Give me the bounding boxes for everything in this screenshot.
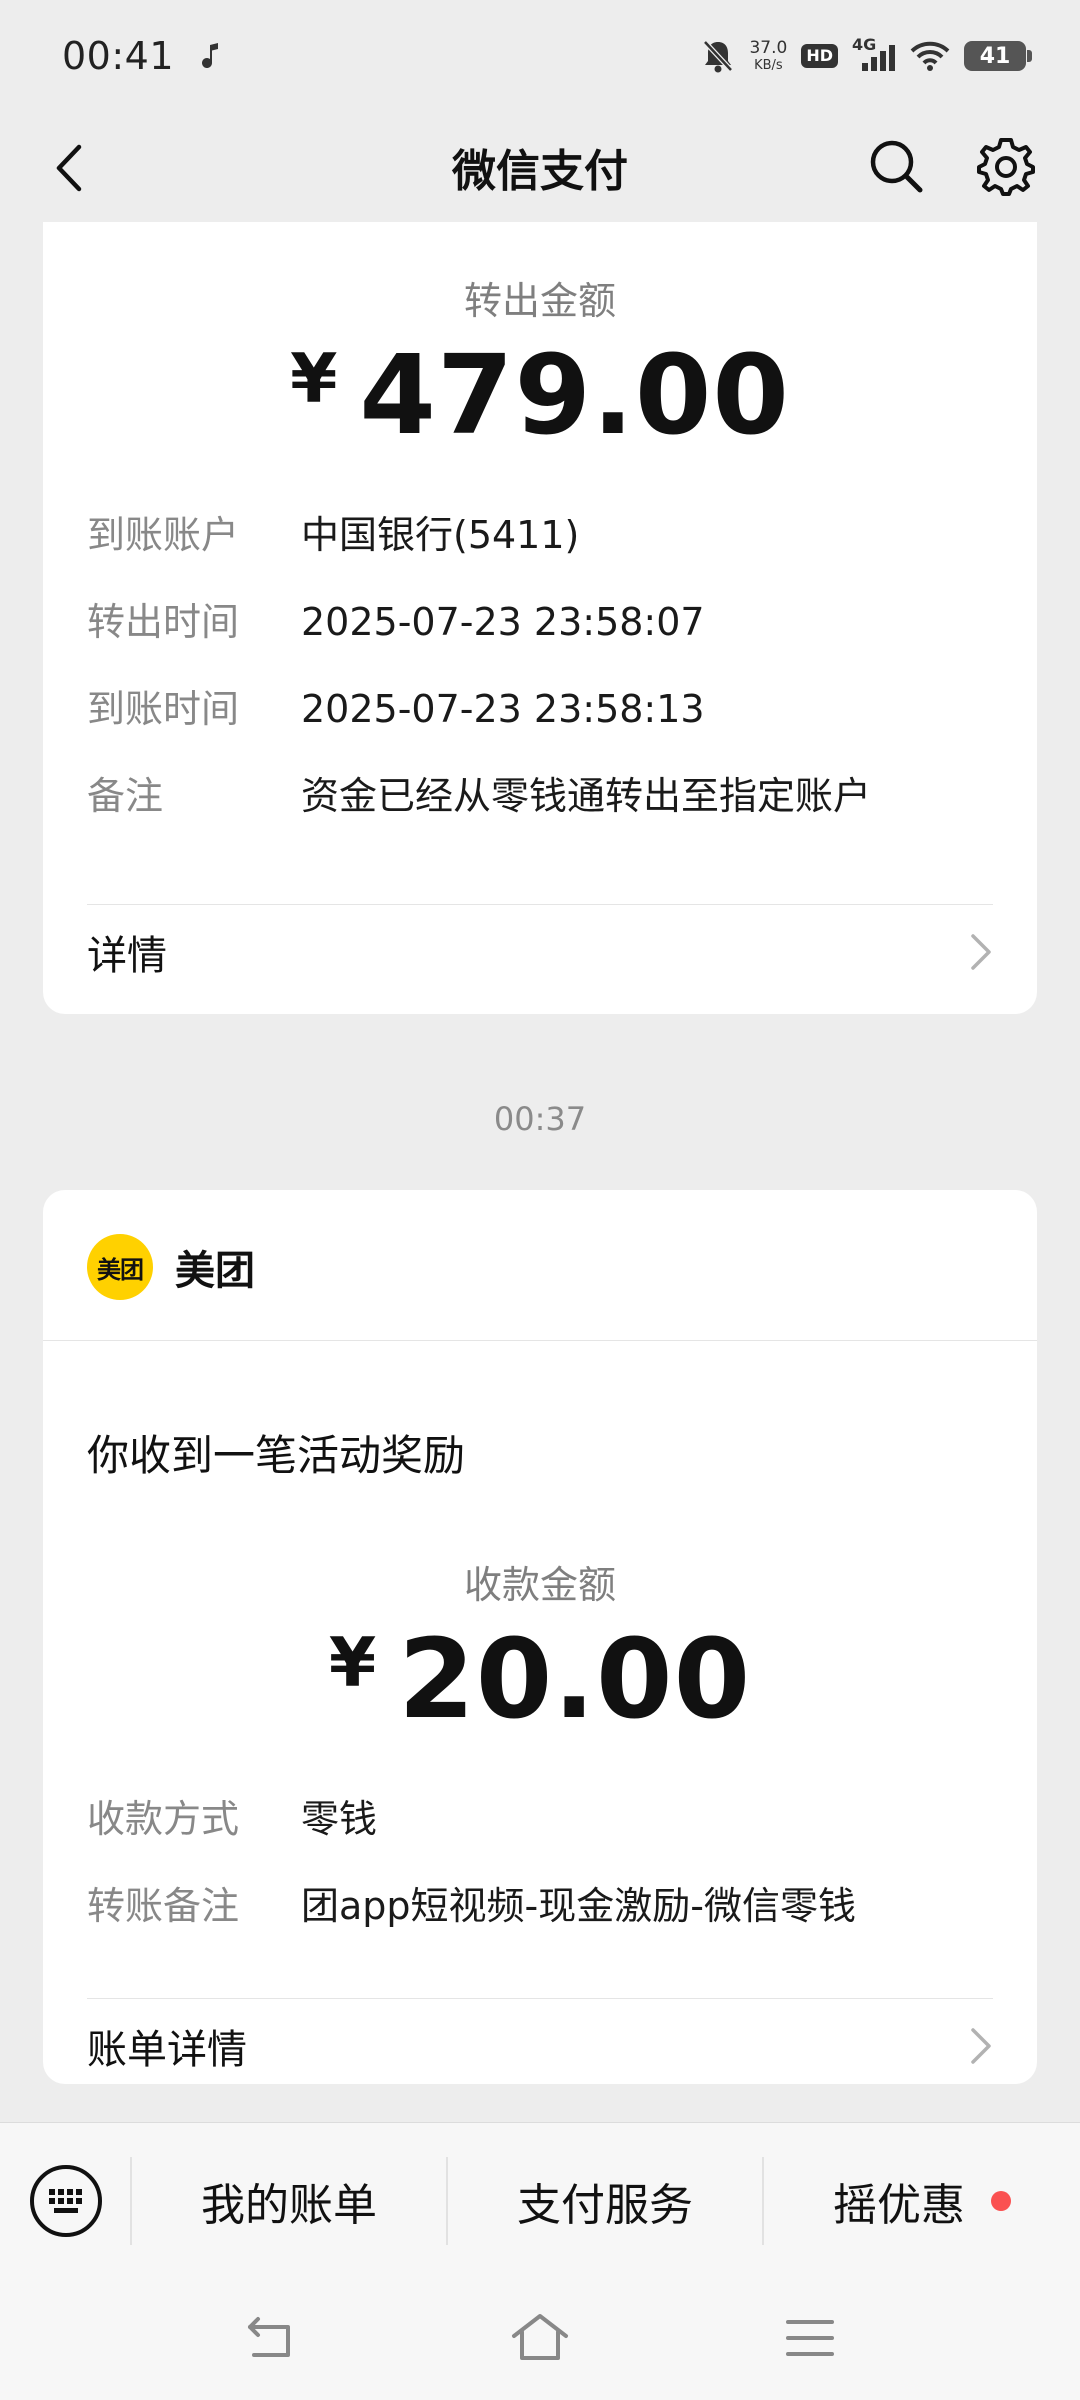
details-link-label: 详情 <box>87 933 167 979</box>
details-link[interactable]: 详情 <box>87 924 993 980</box>
merchant-name: 美团 <box>175 1248 255 1294</box>
music-note-icon <box>202 43 219 68</box>
amount-display: ¥479.00 <box>43 340 1037 450</box>
divider <box>87 1998 993 1999</box>
detail-key: 转出时间 <box>87 600 240 644</box>
detail-value: 中国银行(5411) <box>301 513 580 557</box>
battery-indicator: 41 <box>964 41 1032 71</box>
detail-row: 转账备注 团app短视频-现金激励-微信零钱 <box>87 1881 1007 1931</box>
network-speed-value: 37.0 <box>749 38 788 58</box>
bottom-menu-bar: 我的账单 支付服务 摇优惠 <box>0 2122 1080 2278</box>
meituan-logo: 美团 <box>87 1234 153 1300</box>
nav-bar: 微信支付 <box>0 112 1080 222</box>
detail-row: 到账账户 中国银行(5411) <box>87 510 1007 560</box>
detail-key: 到账时间 <box>87 687 240 731</box>
detail-row: 到账时间 2025-07-23 23:58:13 <box>87 684 1007 734</box>
system-menu-button[interactable] <box>778 2306 842 2370</box>
detail-value: 2025-07-23 23:58:13 <box>301 687 705 731</box>
timestamp-separator: 00:37 <box>493 1100 587 1138</box>
merchant-header[interactable]: 美团 美团 <box>87 1234 255 1300</box>
bell-muted-icon <box>703 40 734 73</box>
wifi-icon <box>910 41 950 71</box>
chevron-right-icon <box>971 2028 991 2064</box>
status-time: 00:41 <box>62 34 175 78</box>
amount-label: 收款金额 <box>463 1563 616 1607</box>
divider <box>87 904 993 905</box>
menu-payment-services-label: 支付服务 <box>517 2180 693 2231</box>
detail-row: 收款方式 零钱 <box>87 1794 1007 1844</box>
menu-lines-icon <box>786 2320 834 2356</box>
hd-badge: HD <box>801 44 838 68</box>
menu-my-bills-label: 我的账单 <box>201 2180 377 2231</box>
detail-row: 转出时间 2025-07-23 23:58:07 <box>87 597 1007 647</box>
detail-value: 零钱 <box>301 1797 378 1841</box>
system-navigation-bar <box>0 2278 1080 2400</box>
transfer-out-card[interactable]: 转出金额 ¥479.00 到账账户 中国银行(5411) 转出时间 2025-0… <box>43 222 1037 1014</box>
menu-shake-offers[interactable]: 摇优惠 <box>764 2123 1080 2279</box>
keyboard-toggle-button[interactable] <box>26 2161 106 2241</box>
chevron-right-icon <box>971 934 991 970</box>
currency-symbol: ¥ <box>328 1624 377 1703</box>
back-arrow-icon <box>56 144 82 192</box>
bill-details-link[interactable]: 账单详情 <box>87 2018 993 2074</box>
signal-bars-icon <box>862 45 895 71</box>
notice-title: 你收到一笔活动奖励 <box>87 1431 466 1480</box>
search-icon <box>870 140 923 193</box>
amount-value: 479.00 <box>359 331 790 459</box>
currency-symbol: ¥ <box>290 340 338 419</box>
message-list[interactable]: 转出金额 ¥479.00 到账账户 中国银行(5411) 转出时间 2025-0… <box>0 222 1080 2122</box>
gear-icon <box>977 138 1035 196</box>
system-home-button[interactable] <box>508 2306 572 2370</box>
notification-dot <box>991 2191 1011 2211</box>
keyboard-icon <box>30 2165 102 2237</box>
detail-key: 转账备注 <box>87 1884 240 1928</box>
menu-payment-services[interactable]: 支付服务 <box>448 2123 762 2279</box>
page-title: 微信支付 <box>452 146 628 197</box>
settings-button[interactable] <box>972 132 1040 200</box>
detail-key: 备注 <box>87 774 164 818</box>
home-icon <box>512 2314 568 2360</box>
system-back-button[interactable] <box>238 2306 302 2370</box>
detail-row: 备注 资金已经从零钱通转出至指定账户 <box>87 771 1007 821</box>
status-icons: 37.0 KB/s HD 4G 41 <box>701 35 1032 74</box>
cellular-signal: 4G <box>852 35 896 73</box>
battery-level: 41 <box>979 43 1011 69</box>
amount-value: 20.00 <box>398 1615 752 1743</box>
detail-value: 资金已经从零钱通转出至指定账户 <box>301 774 872 818</box>
amount-label: 转出金额 <box>463 279 616 323</box>
reward-card[interactable]: 美团 美团 你收到一笔活动奖励 收款金额 ¥20.00 收款方式 零钱 转账备注… <box>43 1190 1037 2084</box>
merchant-logo-text: 美团 <box>97 1255 144 1284</box>
detail-value: 团app短视频-现金激励-微信零钱 <box>301 1884 856 1928</box>
search-button[interactable] <box>864 134 928 198</box>
bill-details-label: 账单详情 <box>87 2027 247 2073</box>
status-bar: 00:41 37.0 KB/s HD 4G 41 <box>0 0 1080 112</box>
system-back-icon <box>248 2317 290 2357</box>
network-speed-unit: KB/s <box>754 58 783 73</box>
detail-key: 到账账户 <box>87 513 240 557</box>
detail-value: 2025-07-23 23:58:07 <box>301 600 705 644</box>
network-speed: 37.0 KB/s <box>749 38 788 73</box>
amount-display: ¥20.00 <box>43 1624 1037 1734</box>
menu-my-bills[interactable]: 我的账单 <box>132 2123 446 2279</box>
menu-shake-offers-label: 摇优惠 <box>833 2180 965 2231</box>
back-button[interactable] <box>40 140 96 196</box>
detail-key: 收款方式 <box>87 1797 240 1841</box>
divider <box>43 1340 1037 1341</box>
